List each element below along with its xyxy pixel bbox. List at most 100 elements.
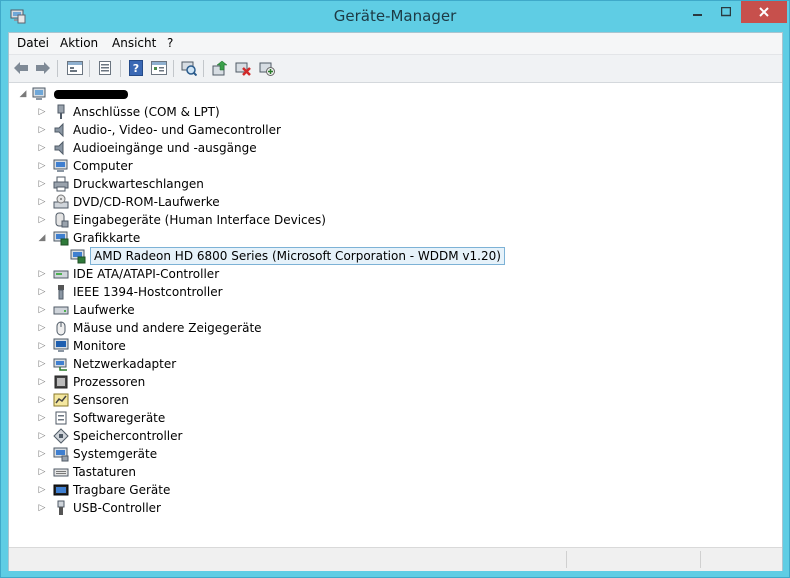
uninstall-device-button[interactable] [257, 58, 277, 78]
tree-category-item[interactable]: ▷ USB-Controller [36, 499, 161, 517]
expand-arrow-icon[interactable]: ▷ [36, 502, 48, 514]
toolbar-separator [57, 60, 58, 77]
expand-arrow-icon[interactable]: ▷ [36, 394, 48, 406]
tree-category-item[interactable]: ▷ Anschlüsse (COM & LPT) [36, 103, 220, 121]
menu-datei[interactable]: Datei [17, 36, 49, 50]
expand-arrow-icon[interactable]: ▷ [36, 106, 48, 118]
menu-help[interactable]: ? [167, 36, 173, 50]
window-title: Geräte-Manager [333, 7, 457, 25]
tree-item-label: Eingabegeräte (Human Interface Devices) [73, 213, 326, 227]
svg-text:?: ? [133, 62, 139, 75]
tree-category-item[interactable]: ▷ IEEE 1394-Hostcontroller [36, 283, 223, 301]
expand-arrow-icon[interactable]: ▷ [36, 196, 48, 208]
maximize-button[interactable] [712, 1, 739, 23]
tree-item-label: Audioeingänge und -ausgänge [73, 141, 257, 155]
show-hide-tree-button[interactable] [95, 58, 115, 78]
expand-arrow-icon[interactable]: ▷ [36, 286, 48, 298]
expand-arrow-icon[interactable]: ▷ [36, 340, 48, 352]
tree-item-label: Tastaturen [73, 465, 136, 479]
help-button[interactable]: ? [126, 58, 146, 78]
expand-arrow-icon[interactable]: ▷ [36, 466, 48, 478]
back-icon [14, 62, 28, 74]
back-button[interactable] [11, 58, 31, 78]
port-icon [57, 104, 65, 119]
tree-category-item[interactable]: ◢ Grafikkarte [36, 229, 140, 247]
expand-arrow-icon[interactable]: ▷ [36, 124, 48, 136]
tree-category-item[interactable]: ▷ Tastaturen [36, 463, 136, 481]
expand-arrow-icon[interactable]: ▷ [36, 484, 48, 496]
tree-item-label: DVD/CD-ROM-Laufwerke [73, 195, 220, 209]
expand-arrow-icon[interactable]: ▷ [36, 376, 48, 388]
expand-arrow-icon[interactable]: ▷ [36, 448, 48, 460]
portable-device-icon [53, 484, 69, 496]
minimize-icon [693, 14, 702, 16]
expand-arrow-icon[interactable]: ▷ [36, 412, 48, 424]
redacted-computer-name [54, 89, 128, 99]
computer-icon [53, 159, 68, 172]
tree-category-item[interactable]: ▷ Systemgeräte [36, 445, 157, 463]
speaker-icon [54, 140, 64, 156]
tree-category-item[interactable]: ▷ Druckwarteschlangen [36, 175, 204, 193]
expand-arrow-icon[interactable]: ▷ [36, 178, 48, 190]
expand-arrow-icon[interactable]: ▷ [36, 430, 48, 442]
scan-hardware-icon [181, 61, 197, 76]
expand-arrow-icon[interactable]: ▷ [36, 322, 48, 334]
expand-arrow-icon[interactable]: ▷ [36, 214, 48, 226]
forward-button[interactable] [33, 58, 53, 78]
tree-category-item[interactable]: ▷ Eingabegeräte (Human Interface Devices) [36, 211, 326, 229]
forward-icon [36, 62, 50, 74]
tree-category-item[interactable]: ▷ Audioeingänge und -ausgänge [36, 139, 257, 157]
title-bar[interactable]: Geräte-Manager [1, 1, 789, 32]
menu-ansicht[interactable]: Ansicht [112, 36, 156, 50]
device-tree[interactable]: ◢ ▷ Anschlüsse (COM & LPT) ▷ Audio-, Video-… [9, 83, 782, 545]
menu-aktion[interactable]: Aktion [60, 36, 98, 50]
scan-hardware-button[interactable] [179, 58, 199, 78]
tree-category-item[interactable]: ▷ Prozessoren [36, 373, 146, 391]
properties-button[interactable] [149, 58, 169, 78]
display-adapter-icon [70, 249, 86, 264]
collapse-arrow-icon[interactable]: ◢ [36, 232, 48, 244]
collapse-arrow-icon[interactable]: ◢ [17, 88, 29, 100]
disable-device-button[interactable] [233, 58, 253, 78]
status-pane [566, 551, 567, 568]
tree-item-label: IDE ATA/ATAPI-Controller [73, 267, 220, 281]
usb-icon [57, 500, 65, 515]
tree-item-label: Anschlüsse (COM & LPT) [73, 105, 220, 119]
sensor-icon [53, 393, 69, 407]
tree-category-item[interactable]: ▷ Computer [36, 157, 133, 175]
toolbar-separator [173, 60, 174, 77]
tree-item-label: Druckwarteschlangen [73, 177, 204, 191]
toolbar-separator [120, 60, 121, 77]
update-driver-button[interactable] [210, 58, 230, 78]
tree-category-item[interactable]: ▷ Mäuse und andere Zeigegeräte [36, 319, 262, 337]
expand-arrow-icon[interactable]: ▷ [36, 268, 48, 280]
close-button[interactable] [741, 1, 787, 23]
tree-item-label: Tragbare Geräte [73, 483, 171, 497]
uninstall-device-icon [259, 62, 275, 76]
tree-category-item[interactable]: ▷ Monitore [36, 337, 126, 355]
tree-device-item[interactable]: AMD Radeon HD 6800 Series (Microsoft Cor… [53, 247, 505, 265]
tree-category-item[interactable]: ▷ Laufwerke [36, 301, 135, 319]
expand-arrow-icon[interactable]: ▷ [36, 142, 48, 154]
update-driver-icon [212, 60, 228, 76]
tree-item-label: Systemgeräte [73, 447, 158, 461]
up-level-button[interactable] [65, 58, 85, 78]
tree-category-item[interactable]: ▷ Speichercontroller [36, 427, 182, 445]
tree-category-item[interactable]: ▷ Softwaregeräte [36, 409, 166, 427]
tree-category-item[interactable]: ▷ Audio-, Video- und Gamecontroller [36, 121, 281, 139]
tree-category-item[interactable]: ▷ DVD/CD-ROM-Laufwerke [36, 193, 220, 211]
expand-arrow-icon[interactable]: ▷ [36, 358, 48, 370]
toolbar-separator [203, 60, 204, 77]
minimize-button[interactable] [684, 1, 712, 23]
ide-controller-icon [53, 270, 69, 279]
keyboard-icon [53, 468, 69, 477]
tree-category-item[interactable]: ▷ Tragbare Geräte [36, 481, 171, 499]
expand-arrow-icon[interactable]: ▷ [36, 304, 48, 316]
toolbar-separator [89, 60, 90, 77]
tree-category-item[interactable]: ▷ Netzwerkadapter [36, 355, 177, 373]
tree-category-item[interactable]: ▷ Sensoren [36, 391, 129, 409]
tree-root[interactable]: ◢ [17, 85, 128, 103]
expand-arrow-icon[interactable]: ▷ [36, 160, 48, 172]
tree-category-item[interactable]: ▷ IDE ATA/ATAPI-Controller [36, 265, 220, 283]
device-manager-window: Geräte-Manager Datei Aktion Ansicht ? ? … [0, 0, 790, 578]
